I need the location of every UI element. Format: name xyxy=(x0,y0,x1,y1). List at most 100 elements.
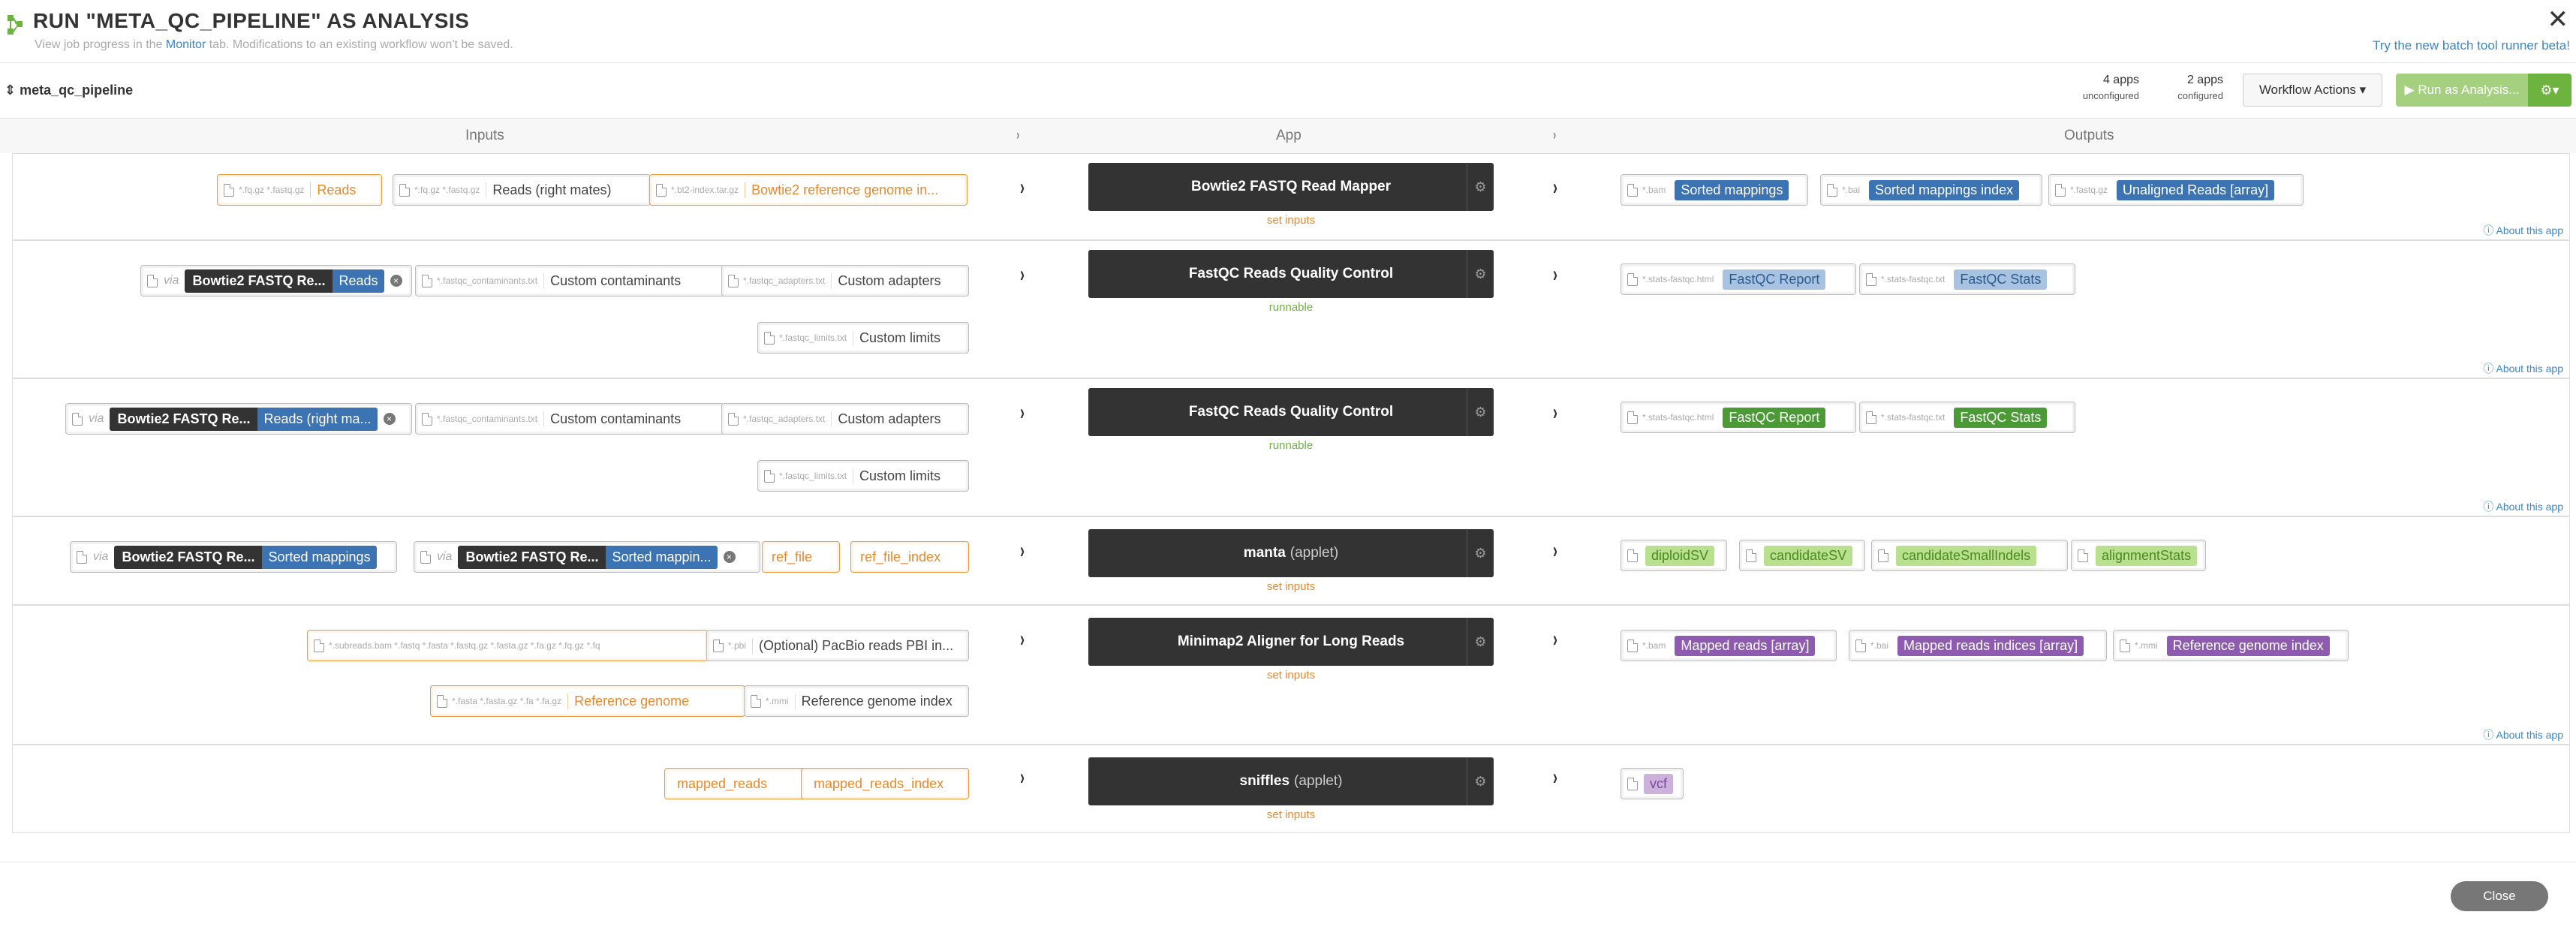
app-box[interactable]: manta (applet) ⚙ xyxy=(1088,529,1494,577)
input-custom-limits[interactable]: *.fastqc_limits.txt Custom limits xyxy=(757,322,969,354)
app-name: FastQC Reads Quality Control xyxy=(1188,266,1394,281)
input-label: ref_file_index xyxy=(860,549,941,564)
output-label: FastQC Stats xyxy=(1954,407,2048,428)
output-sorted-mappings-index[interactable]: *.bai Sorted mappings index xyxy=(1820,174,2042,206)
workflow-actions-button[interactable]: Workflow Actions ▾ xyxy=(2243,74,2382,107)
applet-tag: (applet) xyxy=(1290,545,1339,561)
input-label: ref_file xyxy=(772,549,813,564)
input-ext: *.subreads.bam *.fastq *.fasta *.fastq.g… xyxy=(329,640,600,651)
input-reference-genome[interactable]: *.fasta *.fasta.gz *.fa *.fa.gz Reference… xyxy=(430,685,745,717)
monitor-link[interactable]: Monitor xyxy=(166,38,206,51)
output-label: vcf xyxy=(1644,773,1674,794)
input-long-reads[interactable]: *.subreads.bam *.fastq *.fasta *.fastq.g… xyxy=(307,630,708,661)
about-this-app-link[interactable]: ⓘ About this app xyxy=(2483,223,2563,238)
output-ext: *.bam xyxy=(1642,185,1666,195)
app-box[interactable]: FastQC Reads Quality Control ⚙ xyxy=(1088,388,1494,436)
remove-link-icon[interactable]: × xyxy=(383,413,396,425)
input-label: Reads xyxy=(310,182,356,198)
output-alignmentstats[interactable]: alignmentStats xyxy=(2071,540,2206,571)
output-label: Unaligned Reads [array] xyxy=(2117,179,2275,200)
input-reads-right-mates[interactable]: *.fq.gz *.fastq.gz Reads (right mates) xyxy=(393,174,651,206)
output-diploidsv[interactable]: diploidSV xyxy=(1621,540,1727,571)
output-reference-genome-index[interactable]: *.mmi Reference genome index xyxy=(2113,630,2349,661)
about-this-app-link[interactable]: ⓘ About this app xyxy=(2483,727,2563,742)
output-sorted-mappings[interactable]: *.bam Sorted mappings xyxy=(1621,174,1808,206)
input-ref-file[interactable]: ref_file xyxy=(762,541,840,573)
file-icon xyxy=(728,412,739,426)
output-fastqc-stats[interactable]: *.stats-fastqc.txt FastQC Stats xyxy=(1859,263,2075,295)
file-icon xyxy=(1866,411,1876,424)
output-fastqc-report[interactable]: *.stats-fastqc.html FastQC Report xyxy=(1621,402,1856,433)
output-unaligned-reads[interactable]: *.fastq.gz Unaligned Reads [array] xyxy=(2048,174,2304,206)
close-button[interactable]: Close xyxy=(2451,881,2548,911)
gear-icon[interactable]: ⚙ xyxy=(1467,388,1494,436)
stage-status[interactable]: set inputs xyxy=(1088,580,1494,593)
app-box[interactable]: FastQC Reads Quality Control ⚙ xyxy=(1088,250,1494,298)
input-bowtie2-reference[interactable]: *.bt2-index.tar.gz Bowtie2 reference geno… xyxy=(649,174,968,206)
output-fastqc-stats[interactable]: *.stats-fastqc.txt FastQC Stats xyxy=(1859,402,2075,433)
file-icon xyxy=(751,694,761,708)
via-label: via xyxy=(437,550,453,563)
output-candidatesmallindels[interactable]: candidateSmallIndels xyxy=(1871,540,2068,571)
file-icon xyxy=(420,550,431,564)
file-icon xyxy=(437,694,447,708)
input-pacbio-pbi[interactable]: *.pbi (Optional) PacBio reads PBI in... xyxy=(706,630,969,661)
output-candidatesv[interactable]: candidateSV xyxy=(1739,540,1865,571)
remove-link-icon[interactable]: × xyxy=(390,275,402,287)
input-sorted-mappings-linked[interactable]: via Bowtie2 FASTQ Re... Sorted mappings xyxy=(70,541,397,573)
close-icon[interactable]: ✕ xyxy=(2547,5,2569,35)
input-reads-linked[interactable]: via Bowtie2 FASTQ Re... Reads × xyxy=(140,265,412,296)
arrow-icon: › xyxy=(1020,765,1025,790)
about-label: About this app xyxy=(2496,224,2563,236)
gear-icon[interactable]: ⚙ xyxy=(1467,618,1494,666)
stage-status[interactable]: set inputs xyxy=(1088,808,1494,821)
gear-icon[interactable]: ⚙ xyxy=(1467,163,1494,211)
stage-status[interactable]: set inputs xyxy=(1088,214,1494,227)
about-this-app-link[interactable]: ⓘ About this app xyxy=(2483,361,2563,376)
remove-link-icon[interactable]: × xyxy=(723,551,736,563)
stage-minimap2: *.subreads.bam *.fastq *.fasta *.fastq.g… xyxy=(12,605,2570,745)
run-options-gear-button[interactable]: ⚙▾ xyxy=(2528,74,2571,107)
input-custom-contaminants[interactable]: *.fastqc_contaminants.txt Custom contamin… xyxy=(415,265,724,296)
output-ext: *.fastq.gz xyxy=(2070,185,2108,195)
app-column-header: App xyxy=(1276,128,1302,143)
applet-tag: (applet) xyxy=(1294,773,1343,789)
output-mapped-reads[interactable]: *.bam Mapped reads [array] xyxy=(1621,630,1837,661)
input-mapped-reads[interactable]: mapped_reads xyxy=(664,768,811,799)
input-label: Reference genome xyxy=(567,693,689,709)
input-reads[interactable]: *.fq.gz *.fastq.gz Reads xyxy=(217,174,382,206)
page-subtitle: View job progress in the Monitor tab. Mo… xyxy=(35,38,513,52)
input-sorted-mappings-index-linked[interactable]: via Bowtie2 FASTQ Re... Sorted mappin... × xyxy=(414,541,760,573)
batch-runner-beta-link[interactable]: Try the new batch tool runner beta! xyxy=(2373,38,2570,53)
input-ref-file-index[interactable]: ref_file_index xyxy=(850,541,969,573)
input-custom-contaminants[interactable]: *.fastqc_contaminants.txt Custom contamin… xyxy=(415,403,724,435)
input-ext: *.fasta *.fasta.gz *.fa *.fa.gz xyxy=(452,696,562,706)
file-array-icon xyxy=(1627,639,1638,652)
output-fastqc-report[interactable]: *.stats-fastqc.html FastQC Report xyxy=(1621,263,1856,295)
input-reads-right-linked[interactable]: via Bowtie2 FASTQ Re... Reads (right ma...… xyxy=(65,403,412,435)
run-as-analysis-button[interactable]: ▶ Run as Analysis... xyxy=(2396,74,2528,107)
about-label: About this app xyxy=(2496,363,2563,375)
input-custom-limits[interactable]: *.fastqc_limits.txt Custom limits xyxy=(757,460,969,492)
input-custom-adapters[interactable]: *.fastqc_adapters.txt Custom adapters xyxy=(721,403,969,435)
output-label: candidateSV xyxy=(1764,545,1853,566)
workflow-name[interactable]: ⇕ meta_qc_pipeline xyxy=(5,83,133,98)
gear-icon[interactable]: ⚙ xyxy=(1467,757,1494,805)
output-mapped-reads-indices[interactable]: *.bai Mapped reads indices [array] xyxy=(1849,630,2107,661)
input-custom-adapters[interactable]: *.fastqc_adapters.txt Custom adapters xyxy=(721,265,969,296)
gear-icon[interactable]: ⚙ xyxy=(1467,250,1494,298)
output-label: Sorted mappings xyxy=(1675,179,1789,200)
input-reference-genome-index[interactable]: *.mmi Reference genome index xyxy=(744,685,969,717)
configured-number: 2 apps xyxy=(2186,74,2223,86)
output-vcf[interactable]: vcf xyxy=(1621,768,1684,799)
source-stage: Bowtie2 FASTQ Re... xyxy=(185,269,333,293)
app-box[interactable]: sniffles (applet) ⚙ xyxy=(1088,757,1494,805)
stage-status[interactable]: set inputs xyxy=(1088,669,1494,682)
gear-icon[interactable]: ⚙ xyxy=(1467,529,1494,577)
app-box[interactable]: Minimap2 Aligner for Long Reads ⚙ xyxy=(1088,618,1494,666)
app-box[interactable]: Bowtie2 FASTQ Read Mapper ⚙ xyxy=(1088,163,1494,211)
input-mapped-reads-index[interactable]: mapped_reads_index xyxy=(801,768,969,799)
about-this-app-link[interactable]: ⓘ About this app xyxy=(2483,499,2563,514)
input-label: Reference genome index xyxy=(794,693,952,709)
arrow-icon: › xyxy=(1020,400,1025,425)
